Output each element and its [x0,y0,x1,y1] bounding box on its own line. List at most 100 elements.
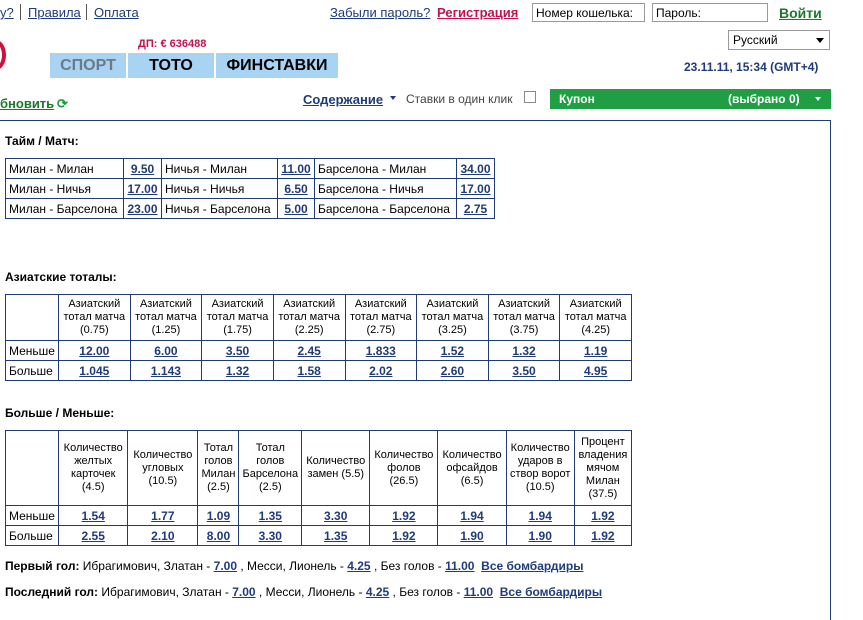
odds-cell[interactable]: 1.92 [573,505,633,526]
odds-value[interactable]: 23.00 [127,202,157,216]
odds-cell[interactable]: 1.09 [197,505,240,526]
partial-link[interactable]: у? [0,5,14,20]
odds-value[interactable]: 2.75 [464,202,487,216]
odds-value[interactable]: 1.54 [82,509,105,523]
odds-cell[interactable]: 1.19 [559,340,632,361]
odds-value[interactable]: 1.58 [298,364,321,378]
all-scorers-link[interactable]: Все бомбардиры [500,585,602,599]
odds-value[interactable]: 9.50 [131,162,154,176]
logo[interactable] [0,40,6,70]
odds-cell[interactable]: 1.833 [344,340,418,361]
language-select[interactable]: Русский [728,30,830,50]
odds-cell[interactable]: 2.10 [127,525,199,546]
odds-cell[interactable]: 2.75 [456,198,495,219]
odds-cell[interactable]: 12.00 [58,340,131,361]
odds-value[interactable]: 17.00 [460,182,490,196]
odds-cell[interactable]: 1.94 [505,505,575,526]
odds-cell[interactable]: 2.02 [344,360,418,381]
odds-value[interactable]: 17.00 [127,182,157,196]
odds-value[interactable]: 11.00 [281,162,310,176]
odds-cell[interactable]: 1.90 [437,525,507,546]
refresh-link[interactable]: бновить [0,96,54,111]
rules-link[interactable]: Правила [28,5,81,20]
odds-cell[interactable]: 1.32 [201,360,274,381]
odds-value[interactable]: 7.00 [232,585,255,599]
odds-value[interactable]: 1.09 [207,509,230,523]
odds-cell[interactable]: 1.35 [301,525,371,546]
odds-cell[interactable]: 5.00 [277,198,315,219]
odds-value[interactable]: 12.00 [79,344,109,358]
odds-value[interactable]: 1.52 [441,344,464,358]
odds-value[interactable]: 1.32 [512,344,535,358]
odds-cell[interactable]: 4.95 [559,360,632,381]
odds-value[interactable]: 1.77 [151,509,174,523]
odds-value[interactable]: 2.10 [151,529,174,543]
odds-cell[interactable]: 1.35 [238,505,303,526]
odds-value[interactable]: 2.55 [82,529,105,543]
odds-value[interactable]: 4.25 [347,559,370,573]
odds-cell[interactable]: 1.143 [129,360,203,381]
odds-value[interactable]: 1.92 [591,509,614,523]
odds-cell[interactable]: 8.00 [197,525,240,546]
odds-value[interactable]: 1.35 [324,529,347,543]
odds-value[interactable]: 5.00 [284,202,307,216]
tab-sport[interactable]: СПОРТ [50,53,126,78]
odds-cell[interactable]: 1.94 [437,505,507,526]
refresh-icon[interactable]: ⟳ [57,96,68,112]
tab-finstavki[interactable]: ФИНСТАВКИ [216,53,338,78]
odds-value[interactable]: 2.02 [369,364,392,378]
odds-value[interactable]: 1.833 [366,344,396,358]
odds-value[interactable]: 2.60 [441,364,464,378]
odds-value[interactable]: 6.00 [154,344,177,358]
register-link[interactable]: Регистрация [437,5,518,20]
odds-cell[interactable]: 2.60 [416,360,489,381]
odds-cell[interactable]: 3.50 [487,360,561,381]
odds-cell[interactable]: 3.50 [201,340,274,361]
odds-cell[interactable]: 17.00 [123,178,162,199]
odds-cell[interactable]: 17.00 [456,178,495,199]
odds-value[interactable]: 1.19 [584,344,607,358]
odds-value[interactable]: 11.00 [464,585,493,599]
chevron-down-icon[interactable] [390,96,396,100]
odds-cell[interactable]: 1.77 [127,505,199,526]
odds-value[interactable]: 1.92 [392,529,415,543]
odds-cell[interactable]: 2.55 [58,525,129,546]
odds-value[interactable]: 4.95 [584,364,607,378]
odds-cell[interactable]: 2.45 [272,340,346,361]
odds-value[interactable]: 3.50 [226,344,249,358]
contents-link[interactable]: Содержание [303,92,383,107]
one-click-checkbox[interactable] [524,91,536,103]
forgot-password-link[interactable]: Забыли пароль? [330,5,430,20]
odds-value[interactable]: 1.94 [529,509,552,523]
odds-value[interactable]: 1.90 [460,529,483,543]
odds-cell[interactable]: 1.90 [505,525,575,546]
odds-value[interactable]: 1.92 [591,529,614,543]
all-scorers-link[interactable]: Все бомбардиры [481,559,583,573]
odds-value[interactable]: 3.50 [512,364,535,378]
odds-cell[interactable]: 1.32 [487,340,561,361]
wallet-input[interactable] [532,3,645,22]
odds-cell[interactable]: 1.045 [58,360,131,381]
odds-cell[interactable]: 1.92 [369,525,439,546]
odds-cell[interactable]: 11.00 [277,158,315,179]
odds-value[interactable]: 6.50 [284,182,307,196]
odds-cell[interactable]: 1.52 [416,340,489,361]
odds-cell[interactable]: 6.50 [277,178,315,199]
odds-cell[interactable]: 1.92 [369,505,439,526]
odds-value[interactable]: 3.30 [324,509,347,523]
odds-cell[interactable]: 9.50 [123,158,162,179]
odds-value[interactable]: 11.00 [445,559,474,573]
odds-value[interactable]: 1.143 [151,364,181,378]
odds-cell[interactable]: 34.00 [456,158,495,179]
odds-value[interactable]: 1.92 [392,509,415,523]
password-input[interactable] [652,3,768,22]
odds-cell[interactable]: 1.54 [58,505,129,526]
odds-cell[interactable]: 23.00 [123,198,162,219]
odds-cell[interactable]: 3.30 [301,505,371,526]
tab-toto[interactable]: ТОТО [128,53,214,78]
login-button[interactable]: Войти [779,5,822,21]
odds-cell[interactable]: 1.92 [573,525,633,546]
odds-value[interactable]: 4.25 [366,585,389,599]
odds-cell[interactable]: 1.58 [272,360,346,381]
odds-cell[interactable]: 6.00 [129,340,203,361]
